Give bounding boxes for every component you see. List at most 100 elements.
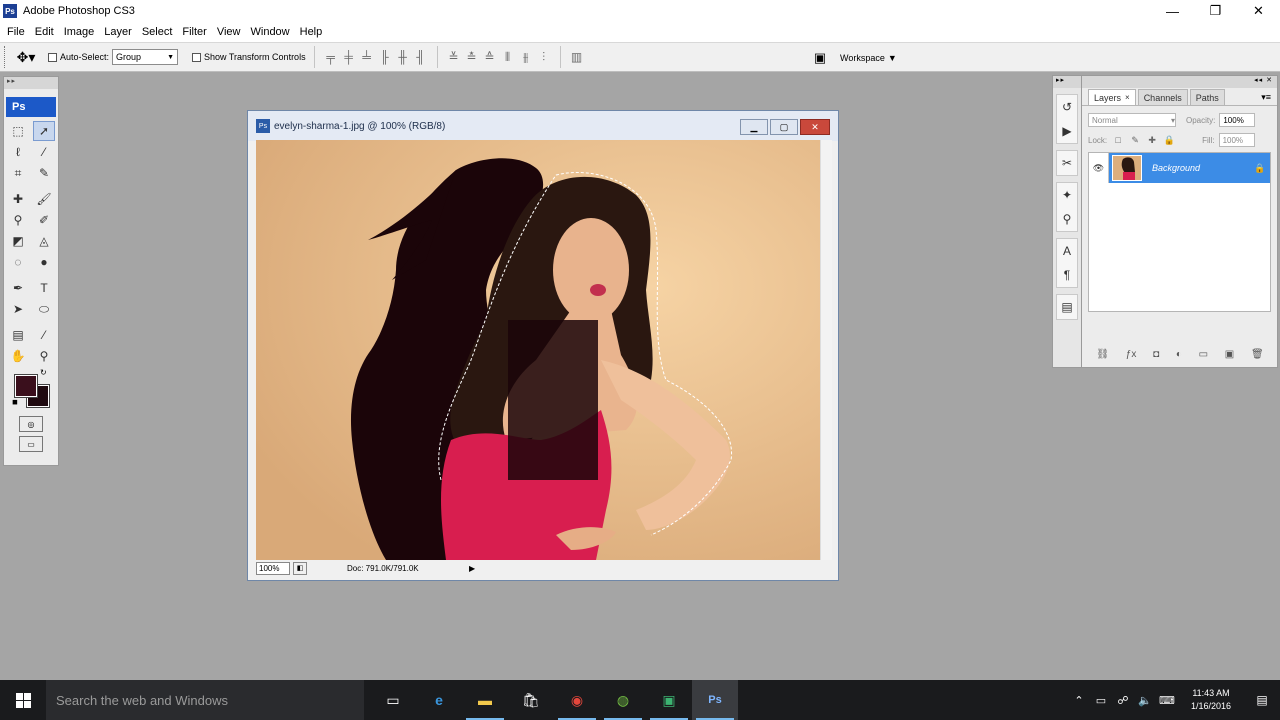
chevron-up-icon[interactable]: ⌃ (1068, 694, 1090, 707)
document-maximize-button[interactable]: ▢ (770, 119, 798, 135)
panel-menu-icon[interactable]: ▾≡ (1261, 92, 1271, 103)
menu-view[interactable]: View (212, 26, 246, 38)
history-panel-icon[interactable]: ↺ (1056, 95, 1078, 119)
new-group-icon[interactable]: ▭ (1199, 349, 1208, 360)
dodge-tool-icon[interactable]: ● (33, 252, 55, 272)
menu-layer[interactable]: Layer (99, 26, 137, 38)
file-browser-icon[interactable]: ▣ (808, 49, 832, 67)
status-menu-arrow-icon[interactable]: ▶ (469, 564, 475, 573)
clone-stamp-tool-icon[interactable]: ⚲ (7, 210, 29, 230)
opacity-field[interactable]: 100% (1219, 113, 1256, 127)
auto-align-layers-icon[interactable]: ▥ (569, 50, 585, 64)
show-transform-checkbox[interactable] (192, 52, 202, 62)
photoshop-taskbar-icon[interactable]: Ps (692, 680, 738, 720)
slice-tool-icon[interactable]: ✎ (33, 163, 55, 183)
hand-tool-icon[interactable]: ✋ (7, 346, 29, 366)
swap-colors-icon[interactable]: ↻ (40, 368, 47, 377)
vertical-scrollbar[interactable] (820, 140, 832, 560)
adjustment-layer-icon[interactable]: ◐ (1176, 349, 1182, 360)
eye-icon[interactable]: 👁 (1089, 153, 1109, 183)
layer-comps-panel-icon[interactable]: ▤ (1056, 295, 1078, 319)
menu-window[interactable]: Window (246, 26, 295, 38)
move-tool-preset-icon[interactable]: ✥▾ (8, 45, 44, 69)
show-transform-option[interactable]: Show Transform Controls (192, 52, 306, 62)
align-vertical-center-icon[interactable]: ╪ (341, 50, 357, 64)
edge-browser-icon[interactable]: e (416, 680, 462, 720)
task-view-icon[interactable]: ▭ (370, 680, 416, 720)
battery-icon[interactable]: ▭ (1090, 694, 1112, 707)
default-colors-icon[interactable]: ◼ (12, 398, 18, 406)
layers-panel-grip[interactable]: ◂◂ ✕ (1082, 76, 1277, 88)
lock-transparency-icon[interactable]: □ (1111, 135, 1125, 146)
keyboard-icon[interactable]: ⌨ (1156, 694, 1178, 707)
file-explorer-icon[interactable]: ▬ (462, 680, 508, 720)
delete-layer-icon[interactable]: 🗑 (1251, 349, 1264, 360)
character-panel-icon[interactable]: A (1056, 239, 1078, 263)
layer-row[interactable]: 👁 Background 🔒 (1089, 153, 1270, 183)
store-icon[interactable]: 🛍 (508, 680, 554, 720)
distribute-vertical-center-icon[interactable]: ≛ (464, 50, 480, 65)
tab-layers[interactable]: Layers × (1088, 89, 1136, 105)
distribute-horizontal-center-icon[interactable]: ⫵ (518, 50, 534, 65)
align-right-icon[interactable]: ╢ (413, 50, 429, 64)
path-selection-tool-icon[interactable]: ➤ (7, 299, 29, 319)
tab-channels[interactable]: Channels (1137, 89, 1188, 105)
align-bottom-icon[interactable]: ╧ (359, 50, 375, 64)
align-top-icon[interactable]: ╤ (323, 50, 339, 64)
volume-icon[interactable]: 🔈 (1134, 694, 1156, 707)
fill-field[interactable]: 100% (1218, 133, 1255, 147)
lasso-tool-icon[interactable]: ℓ (7, 142, 29, 162)
image-canvas[interactable] (256, 140, 820, 560)
menu-image[interactable]: Image (59, 26, 100, 38)
notifications-icon[interactable]: ▤ (1244, 693, 1280, 707)
zoom-level-field[interactable]: 100% (256, 561, 290, 575)
marquee-tool-icon[interactable]: ⬚ (7, 121, 29, 141)
link-layers-icon[interactable]: ⛓ (1096, 349, 1109, 360)
eraser-tool-icon[interactable]: ◩ (7, 231, 29, 251)
paint-bucket-tool-icon[interactable]: ◬ (33, 231, 55, 251)
layer-style-icon[interactable]: ƒx (1126, 349, 1137, 360)
tool-presets-panel-icon[interactable]: ✂ (1056, 151, 1078, 175)
new-layer-icon[interactable]: ▣ (1225, 349, 1234, 360)
distribute-right-icon[interactable]: ⫶ (536, 50, 552, 65)
lock-pixels-icon[interactable]: ✎ (1128, 135, 1142, 146)
blend-mode-dropdown[interactable]: Normal ▾ (1088, 113, 1176, 127)
menu-help[interactable]: Help (295, 26, 328, 38)
document-close-button[interactable]: ✕ (800, 119, 830, 135)
close-icon[interactable]: × (1125, 93, 1130, 102)
type-tool-icon[interactable]: T (33, 278, 55, 298)
magic-wand-tool-icon[interactable]: ⁄ (33, 142, 55, 162)
workspace-button[interactable]: Workspace ▼ (840, 48, 897, 68)
restore-button[interactable]: ❐ (1194, 0, 1237, 22)
auto-select-checkbox[interactable] (48, 52, 57, 62)
screen-mode-icon[interactable]: ▭ (19, 436, 43, 452)
distribute-bottom-icon[interactable]: ≙ (482, 50, 498, 65)
blur-tool-icon[interactable]: ◌ (7, 252, 29, 272)
menu-file[interactable]: File (2, 26, 30, 38)
foreground-color-swatch[interactable] (14, 374, 38, 398)
brush-tool-icon[interactable]: 🖌 (33, 189, 55, 209)
chrome-icon[interactable]: ◉ (554, 680, 600, 720)
document-titlebar[interactable]: Ps evelyn-sharma-1.jpg @ 100% (RGB/8) ▁ … (248, 111, 838, 141)
brushes-panel-icon[interactable]: ✦ (1056, 183, 1078, 207)
zoom-tool-icon[interactable]: ⚲ (33, 346, 55, 366)
menu-filter[interactable]: Filter (177, 26, 211, 38)
start-button[interactable] (0, 680, 46, 720)
paragraph-panel-icon[interactable]: ¶ (1056, 263, 1078, 287)
lock-all-icon[interactable]: 🔒 (1162, 135, 1176, 146)
network-icon[interactable]: ☍ (1112, 694, 1134, 707)
align-left-icon[interactable]: ╟ (377, 50, 393, 64)
layer-name[interactable]: Background (1152, 163, 1254, 173)
distribute-left-icon[interactable]: ⫴ (500, 50, 516, 65)
auto-select-option[interactable]: Auto-Select: (48, 52, 109, 62)
tools-palette-grip[interactable]: ▸▸ (4, 77, 58, 89)
status-options-icon[interactable]: ◧ (293, 561, 307, 575)
crop-tool-icon[interactable]: ⌗ (7, 163, 29, 183)
menu-edit[interactable]: Edit (30, 26, 59, 38)
align-horizontal-center-icon[interactable]: ╫ (395, 50, 411, 64)
document-minimize-button[interactable]: ▁ (740, 119, 768, 135)
move-tool-icon[interactable]: ➚ (33, 121, 55, 141)
close-button[interactable]: ✕ (1237, 0, 1280, 22)
auto-select-dropdown[interactable]: Group ▼ (112, 49, 179, 65)
quick-mask-icon[interactable]: ◎ (19, 416, 43, 432)
